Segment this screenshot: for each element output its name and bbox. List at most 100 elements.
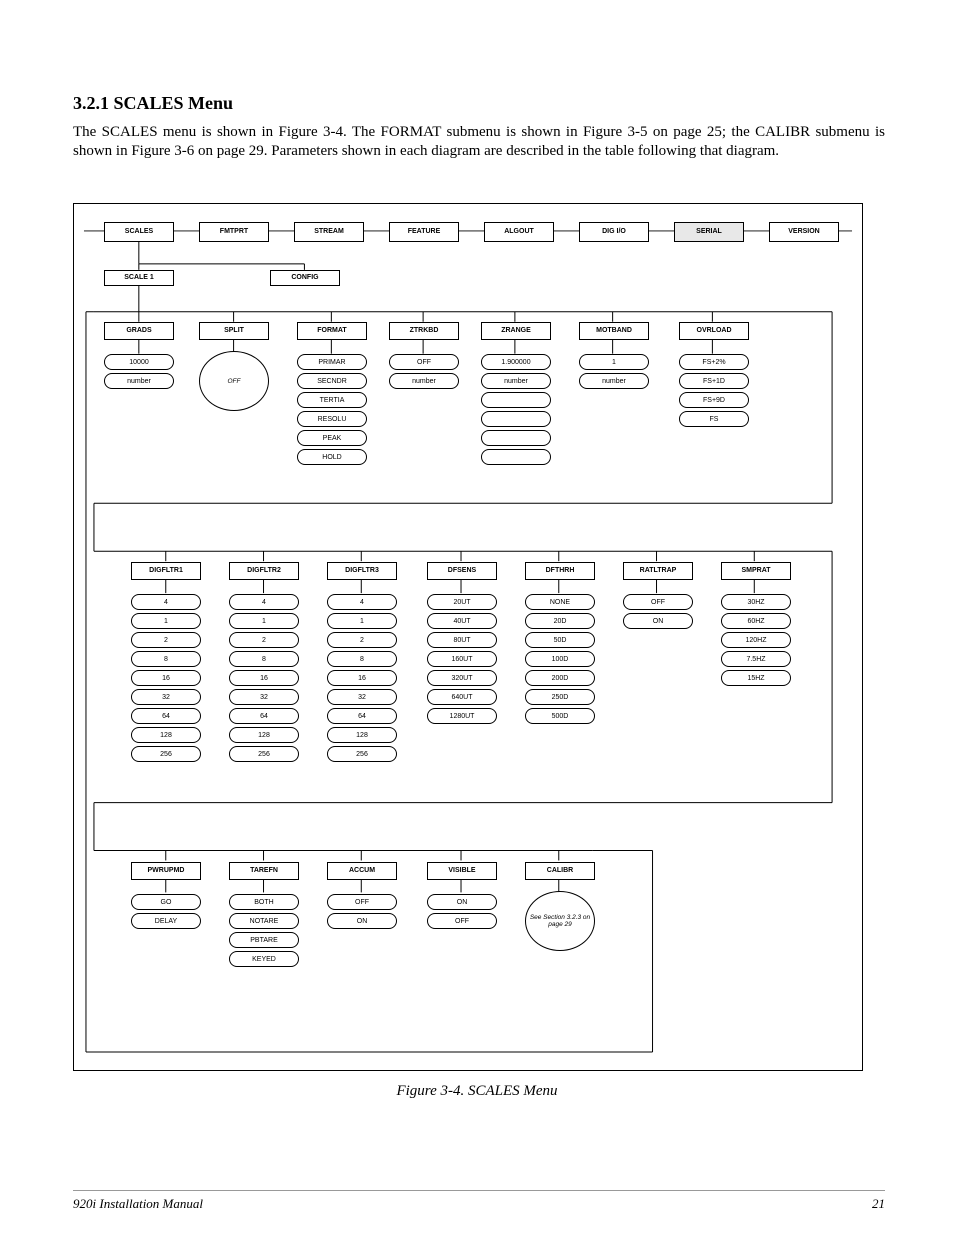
opt-d2-8: 256 [229,746,299,762]
menu-digio: DIG I/O [579,222,649,242]
opt-d3-7: 128 [327,727,397,743]
opt-thrh-6: 500D [525,708,595,724]
opt-ovrload-2: FS+9D [679,392,749,408]
opt-d2-3: 8 [229,651,299,667]
opt-d1-1: 1 [131,613,201,629]
hdr-ztrkbd: ZTRKBD [389,322,459,340]
opt-motband-0: 1 [579,354,649,370]
opt-ac-0: OFF [327,894,397,910]
menu-scales: SCALES [104,222,174,242]
hdr-split: SPLIT [199,322,269,340]
hdr-ratltrap: RATLTRAP [623,562,693,580]
section-heading: 3.2.1 SCALES Menu [73,93,233,114]
calibr-note: See Section 3.2.3 on page 29 [525,891,595,951]
opt-zrange-1: number [481,373,551,389]
opt-ovrload-0: FS+2% [679,354,749,370]
hdr-digfltr1: DIGFLTR1 [131,562,201,580]
opt-d1-0: 4 [131,594,201,610]
menu-fmtprt: FMTPRT [199,222,269,242]
opt-d1-6: 64 [131,708,201,724]
opt-format-0: PRIMAR [297,354,367,370]
opt-ovrload-3: FS [679,411,749,427]
opt-tf-3: KEYED [229,951,299,967]
opt-d3-3: 8 [327,651,397,667]
opt-d2-5: 32 [229,689,299,705]
hdr-accum: ACCUM [327,862,397,880]
opt-thrh-4: 200D [525,670,595,686]
opt-zrange-5 [481,449,551,465]
menu-version: VERSION [769,222,839,242]
opt-smp-3: 7.5HZ [721,651,791,667]
scales-config: CONFIG [270,270,340,286]
opt-d2-1: 1 [229,613,299,629]
opt-ratl-1: ON [623,613,693,629]
opt-pw-0: GO [131,894,201,910]
hdr-calibr: CALIBR [525,862,595,880]
hdr-motband: MOTBAND [579,322,649,340]
opt-d2-0: 4 [229,594,299,610]
opt-pw-1: DELAY [131,913,201,929]
opt-format-5: HOLD [297,449,367,465]
opt-zrange-3 [481,411,551,427]
footer-title: 920i Installation Manual [73,1196,203,1212]
opt-d3-6: 64 [327,708,397,724]
opt-d2-7: 128 [229,727,299,743]
opt-zrange-0: 1.900000 [481,354,551,370]
opt-ratl-0: OFF [623,594,693,610]
hdr-tarefn: TAREFN [229,862,299,880]
opt-ztrkbd-0: OFF [389,354,459,370]
hdr-pwrupmd: PWRUPMD [131,862,201,880]
opt-format-4: PEAK [297,430,367,446]
opt-smp-1: 60HZ [721,613,791,629]
opt-sens-2: 80UT [427,632,497,648]
opt-tf-0: BOTH [229,894,299,910]
hdr-visible: VISIBLE [427,862,497,880]
opt-d3-8: 256 [327,746,397,762]
opt-thrh-1: 20D [525,613,595,629]
hdr-format: FORMAT [297,322,367,340]
opt-d1-8: 256 [131,746,201,762]
menu-stream: STREAM [294,222,364,242]
opt-sens-0: 20UT [427,594,497,610]
opt-d1-3: 8 [131,651,201,667]
opt-motband-1: number [579,373,649,389]
opt-d1-4: 16 [131,670,201,686]
opt-tf-1: NOTARE [229,913,299,929]
opt-format-1: SECNDR [297,373,367,389]
figure-caption: Figure 3-4. SCALES Menu [0,1083,954,1100]
opt-smp-0: 30HZ [721,594,791,610]
opt-ztrkbd-1: number [389,373,459,389]
opt-d2-4: 16 [229,670,299,686]
opt-zrange-2 [481,392,551,408]
scales-scale1: SCALE 1 [104,270,174,286]
hdr-dfsens: DFSENS [427,562,497,580]
opt-grads-1: number [104,373,174,389]
opt-thrh-3: 100D [525,651,595,667]
menu-feature: FEATURE [389,222,459,242]
hdr-smprat: SMPRAT [721,562,791,580]
opt-thrh-2: 50D [525,632,595,648]
opt-thrh-0: NONE [525,594,595,610]
hdr-zrange: ZRANGE [481,322,551,340]
opt-sens-3: 160UT [427,651,497,667]
opt-format-2: TERTIA [297,392,367,408]
opt-smp-4: 15HZ [721,670,791,686]
opt-tf-2: PBTARE [229,932,299,948]
opt-zrange-4 [481,430,551,446]
menu-serial: SERIAL [674,222,744,242]
opt-sens-4: 320UT [427,670,497,686]
opt-d2-6: 64 [229,708,299,724]
opt-d3-0: 4 [327,594,397,610]
opt-sens-5: 640UT [427,689,497,705]
opt-sens-6: 1280UT [427,708,497,724]
opt-thrh-5: 250D [525,689,595,705]
opt-ovrload-1: FS+1D [679,373,749,389]
opt-d2-2: 2 [229,632,299,648]
opt-format-3: RESOLU [297,411,367,427]
opt-d3-2: 2 [327,632,397,648]
opt-vi-0: ON [427,894,497,910]
opt-vi-1: OFF [427,913,497,929]
opt-grads-0: 10000 [104,354,174,370]
footer-rule [73,1190,885,1191]
opt-ac-1: ON [327,913,397,929]
